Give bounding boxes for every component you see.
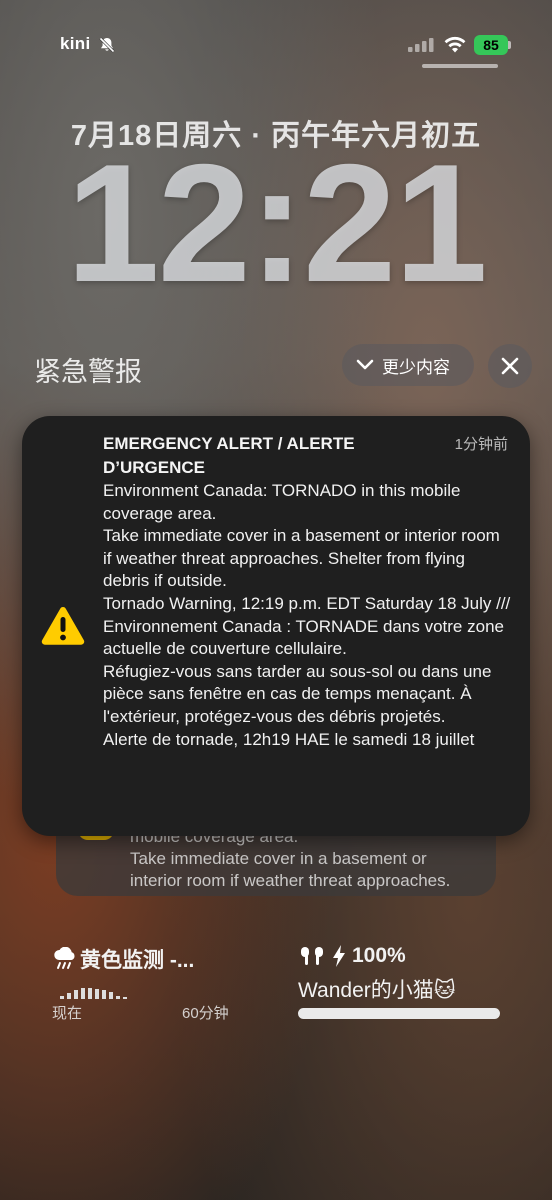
wifi-icon	[444, 36, 466, 53]
stacked-line: interior room if weather threat approach…	[130, 871, 451, 890]
alert-body: Environment Canada: TORNADO in this mobi…	[103, 480, 513, 751]
lock-screen-time: 12:21	[66, 129, 488, 317]
close-icon	[501, 357, 519, 375]
weather-label-60min: 60分钟	[182, 1005, 229, 1022]
airpods-battery-row: 100%	[298, 944, 406, 968]
battery-tip	[508, 41, 511, 49]
weather-label-now: 现在	[52, 1005, 83, 1022]
status-indicator-bar	[422, 64, 498, 68]
emergency-alert-notification[interactable]: EMERGENCY ALERT / ALERTE D’URGENCE 1分钟前 …	[22, 416, 530, 836]
charging-bolt-icon	[333, 945, 345, 967]
alert-paragraph: Environment Canada: TORNADO in this mobi…	[103, 481, 461, 523]
airpods-icon	[301, 947, 323, 965]
cellular-signal-icon	[408, 38, 434, 52]
precipitation-chart	[60, 988, 127, 999]
alert-timestamp: 1分钟前	[454, 436, 508, 453]
airpods-battery-widget[interactable]: 100% Wander的小猫🐱	[298, 944, 508, 1024]
show-less-label: 更少内容	[382, 357, 450, 377]
alert-paragraph: Alerte de tornade, 12h19 HAE le samedi 1…	[103, 729, 475, 749]
alert-paragraph: Tornado Warning, 12:19 p.m. EDT Saturday…	[103, 593, 511, 659]
battery-indicator: 85	[474, 35, 508, 55]
weather-widget-title: 黄色监测 -...	[52, 944, 194, 974]
weather-widget[interactable]: 黄色监测 -... 现在 60分钟	[52, 944, 252, 1024]
stacked-line: Take immediate cover in a basement or	[130, 849, 427, 868]
alert-paragraph: Take immediate cover in a basement or in…	[103, 526, 500, 591]
rain-cloud-icon	[54, 947, 75, 969]
weather-alert-text: 黄色监测 -...	[80, 949, 195, 972]
carrier-name: kini	[60, 34, 91, 53]
show-less-button[interactable]: 更少内容	[342, 344, 474, 386]
airpods-battery-percent: 100%	[352, 944, 406, 967]
notification-group-title: 紧急警报	[34, 357, 142, 387]
airpods-device-name: Wander的小猫🐱	[298, 979, 456, 1002]
alert-title: EMERGENCY ALERT / ALERTE D’URGENCE	[103, 434, 355, 477]
alert-paragraph: Réfugiez-vous sans tarder au sous-sol ou…	[103, 661, 492, 726]
chevron-down-icon	[356, 359, 374, 370]
warning-triangle-icon	[41, 607, 85, 645]
bell-slash-icon	[99, 37, 115, 53]
clear-notifications-button[interactable]	[488, 344, 532, 388]
airpods-battery-bar	[298, 1008, 500, 1019]
